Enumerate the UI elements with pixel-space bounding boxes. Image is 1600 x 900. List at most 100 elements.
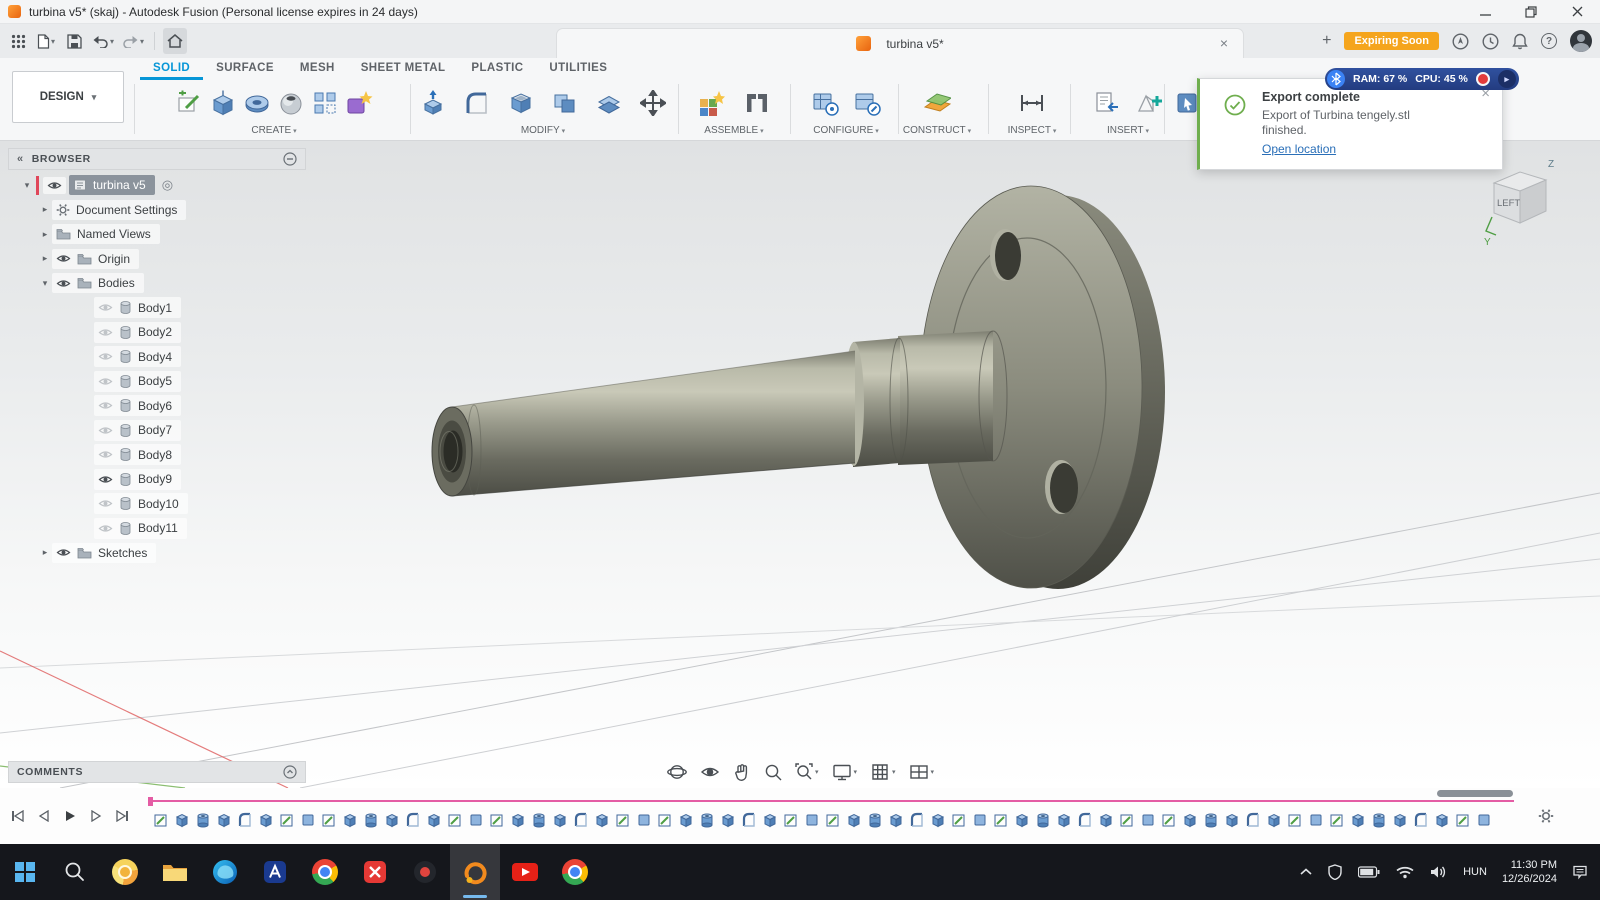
viewports-icon[interactable]: ▾ [904, 759, 940, 785]
visibility-eye-icon[interactable] [98, 376, 113, 387]
play-button[interactable] [60, 806, 80, 826]
timeline-feature-extrude[interactable] [1431, 805, 1452, 833]
timeline-feature-extrude[interactable] [171, 805, 192, 833]
browser-row-sketches[interactable]: ▸ Sketches [8, 541, 318, 566]
tab-solid[interactable]: SOLID [140, 58, 204, 80]
timeline-feature-fillet[interactable] [738, 805, 759, 833]
comments-bar[interactable]: COMMENTS [8, 761, 306, 783]
timeline-feature-box[interactable] [1137, 805, 1158, 833]
expander-icon[interactable]: ▾ [20, 180, 34, 191]
timeline-feature-box[interactable] [465, 805, 486, 833]
viewport[interactable]: Z LEFT Y « BROWSER ▾ turbina v5 ◎ ▸ Document… [0, 141, 1600, 788]
timeline-feature-extrude[interactable] [1179, 805, 1200, 833]
measure-icon[interactable] [1015, 84, 1049, 122]
minimize-panel-icon[interactable] [283, 152, 297, 166]
visibility-eye-icon[interactable] [98, 400, 113, 411]
timeline-feature-sketch[interactable] [150, 805, 171, 833]
app-icon-a[interactable] [250, 844, 300, 900]
timeline-feature-fillet[interactable] [570, 805, 591, 833]
extrude-icon[interactable] [206, 84, 240, 122]
group-label-inspect[interactable]: INSPECT [1008, 125, 1057, 136]
edge-icon[interactable] [200, 844, 250, 900]
timeline-feature-extrude[interactable] [759, 805, 780, 833]
browser-row-body11[interactable]: Body11 [8, 516, 318, 541]
timeline-feature-box[interactable] [1305, 805, 1326, 833]
browser-row-body4[interactable]: Body4 [8, 345, 318, 370]
visibility-eye-icon[interactable] [98, 327, 113, 338]
chrome-icon[interactable] [300, 844, 350, 900]
browser-row-body6[interactable]: Body6 [8, 394, 318, 419]
browser-row-origin[interactable]: ▸ Origin [8, 247, 318, 272]
timeline-feature-extrude[interactable] [591, 805, 612, 833]
timeline-feature-extrude[interactable] [255, 805, 276, 833]
timeline-feature-fillet[interactable] [234, 805, 255, 833]
timeline-feature-extrude[interactable] [1095, 805, 1116, 833]
timeline-feature-extrude[interactable] [717, 805, 738, 833]
group-label-modify[interactable]: MODIFY [521, 125, 565, 136]
timeline-feature-sketch[interactable] [1452, 805, 1473, 833]
group-label-create[interactable]: CREATE [251, 125, 296, 136]
chrome-canary-icon[interactable] [100, 844, 150, 900]
timeline-scrollbar[interactable] [1437, 790, 1513, 797]
timeline-feature-extrude[interactable] [507, 805, 528, 833]
revolve-icon[interactable] [240, 84, 274, 122]
move-icon[interactable] [636, 84, 670, 122]
youtube-icon[interactable] [500, 844, 550, 900]
model-shaft[interactable] [431, 330, 1008, 497]
app-icon-red[interactable] [350, 844, 400, 900]
new-tab-button[interactable]: + [1322, 32, 1331, 50]
timeline-feature-extrude[interactable] [423, 805, 444, 833]
go-to-start-button[interactable] [8, 806, 28, 826]
visibility-eye-icon[interactable] [98, 523, 113, 534]
timeline-feature-sketch[interactable] [1326, 805, 1347, 833]
browser-row-body1[interactable]: Body1 [8, 296, 318, 321]
timeline-feature-fillet[interactable] [1242, 805, 1263, 833]
timeline-feature-sketch[interactable] [1116, 805, 1137, 833]
timeline-feature-box[interactable] [1473, 805, 1494, 833]
timeline-feature-extrude[interactable] [1221, 805, 1242, 833]
timeline-feature-fillet[interactable] [906, 805, 927, 833]
browser-row-body5[interactable]: Body5 [8, 369, 318, 394]
tray-chevron-icon[interactable] [1300, 868, 1312, 876]
timeline-feature-hole[interactable] [360, 805, 381, 833]
step-back-button[interactable] [34, 806, 54, 826]
timeline-feature-fillet[interactable] [1074, 805, 1095, 833]
timeline-feature-sketch[interactable] [318, 805, 339, 833]
combine-icon[interactable] [548, 84, 582, 122]
notification-center-icon[interactable] [1572, 864, 1588, 880]
fillet-icon[interactable] [460, 84, 494, 122]
expand-comments-icon[interactable] [283, 765, 297, 779]
look-at-icon[interactable] [695, 759, 725, 785]
timeline-feature-extrude[interactable] [1389, 805, 1410, 833]
battery-icon[interactable] [1358, 866, 1380, 878]
security-shield-icon[interactable] [1327, 864, 1343, 880]
file-explorer-icon[interactable] [150, 844, 200, 900]
timeline-feature-sketch[interactable] [1158, 805, 1179, 833]
workspace-selector[interactable]: DESIGN ▾ [12, 71, 124, 123]
timeline-feature-sketch[interactable] [486, 805, 507, 833]
joint-icon[interactable] [740, 84, 774, 122]
pattern-icon[interactable] [308, 84, 342, 122]
insert-derive-icon[interactable] [1090, 84, 1124, 122]
expander-icon[interactable]: ▸ [38, 229, 52, 240]
browser-row-bodies[interactable]: ▾ Bodies [8, 271, 318, 296]
timeline-feature-sketch[interactable] [444, 805, 465, 833]
collapse-panel-icon[interactable]: « [17, 153, 24, 165]
timeline-feature-sketch[interactable] [990, 805, 1011, 833]
job-status-clock-icon[interactable] [1482, 32, 1499, 50]
help-icon[interactable]: ? [1541, 33, 1557, 49]
minimize-button[interactable] [1462, 0, 1508, 23]
browser-row-turbina-v5[interactable]: ▾ turbina v5 ◎ [8, 173, 318, 198]
construct-plane-icon[interactable] [920, 84, 954, 122]
visibility-eye-icon[interactable] [98, 425, 113, 436]
timeline-feature-box[interactable] [297, 805, 318, 833]
clock[interactable]: 11:30 PM 12/26/2024 [1502, 858, 1557, 886]
close-button[interactable] [1554, 0, 1600, 23]
timeline-feature-fillet[interactable] [402, 805, 423, 833]
tab-sheet-metal[interactable]: SHEET METAL [348, 58, 459, 80]
zoom-icon[interactable] [759, 759, 787, 785]
visibility-eye-icon[interactable] [56, 278, 71, 289]
file-menu-button[interactable]: ▾ [34, 28, 58, 54]
visibility-eye-icon[interactable] [98, 474, 113, 485]
timeline-feature-hole[interactable] [1032, 805, 1053, 833]
